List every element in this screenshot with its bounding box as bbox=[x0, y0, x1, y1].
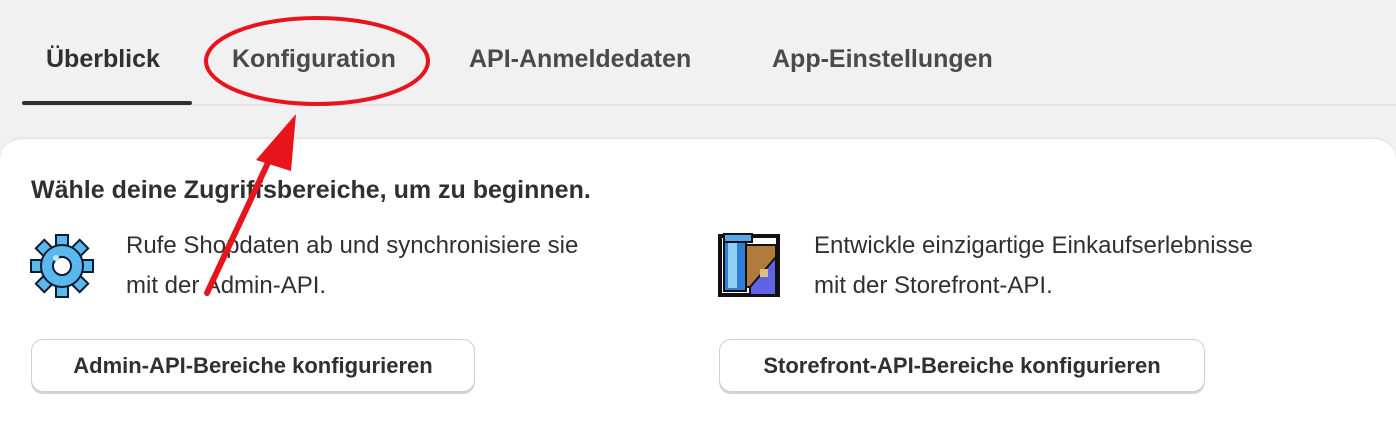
tab-app-einstellungen[interactable]: App-Einstellungen bbox=[772, 42, 993, 76]
tab-konfiguration[interactable]: Konfiguration bbox=[232, 42, 396, 76]
admin-api-description-line2: mit der Admin-API. bbox=[126, 272, 327, 299]
gear-icon bbox=[30, 234, 94, 298]
admin-api-description: Rufe Shopdaten ab und synchronisiere sie… bbox=[126, 226, 686, 306]
active-tab-indicator bbox=[22, 101, 192, 105]
admin-api-description-line1: Rufe Shopdaten ab und synchronisiere sie bbox=[126, 232, 579, 259]
storefront-icon bbox=[718, 233, 780, 297]
tab-bar: Überblick Konfiguration API-Anmeldedaten… bbox=[0, 0, 1396, 106]
card-title: Wähle deine Zugriffsbereiche, um zu begi… bbox=[31, 176, 591, 204]
storefront-api-description: Entwickle einzigartige Einkaufserlebniss… bbox=[814, 226, 1374, 306]
storefront-api-description-line2: mit der Storefront-API. bbox=[814, 272, 1053, 299]
storefront-api-description-line1: Entwickle einzigartige Einkaufserlebniss… bbox=[814, 232, 1253, 259]
configure-admin-api-scopes-button[interactable]: Admin-API-Bereiche konfigurieren bbox=[31, 339, 475, 392]
tab-api-anmeldedaten[interactable]: API-Anmeldedaten bbox=[469, 42, 691, 76]
tab-ueberblick[interactable]: Überblick bbox=[46, 42, 160, 76]
configure-storefront-api-scopes-button[interactable]: Storefront-API-Bereiche konfigurieren bbox=[719, 339, 1205, 392]
tab-bar-divider bbox=[22, 104, 1396, 106]
